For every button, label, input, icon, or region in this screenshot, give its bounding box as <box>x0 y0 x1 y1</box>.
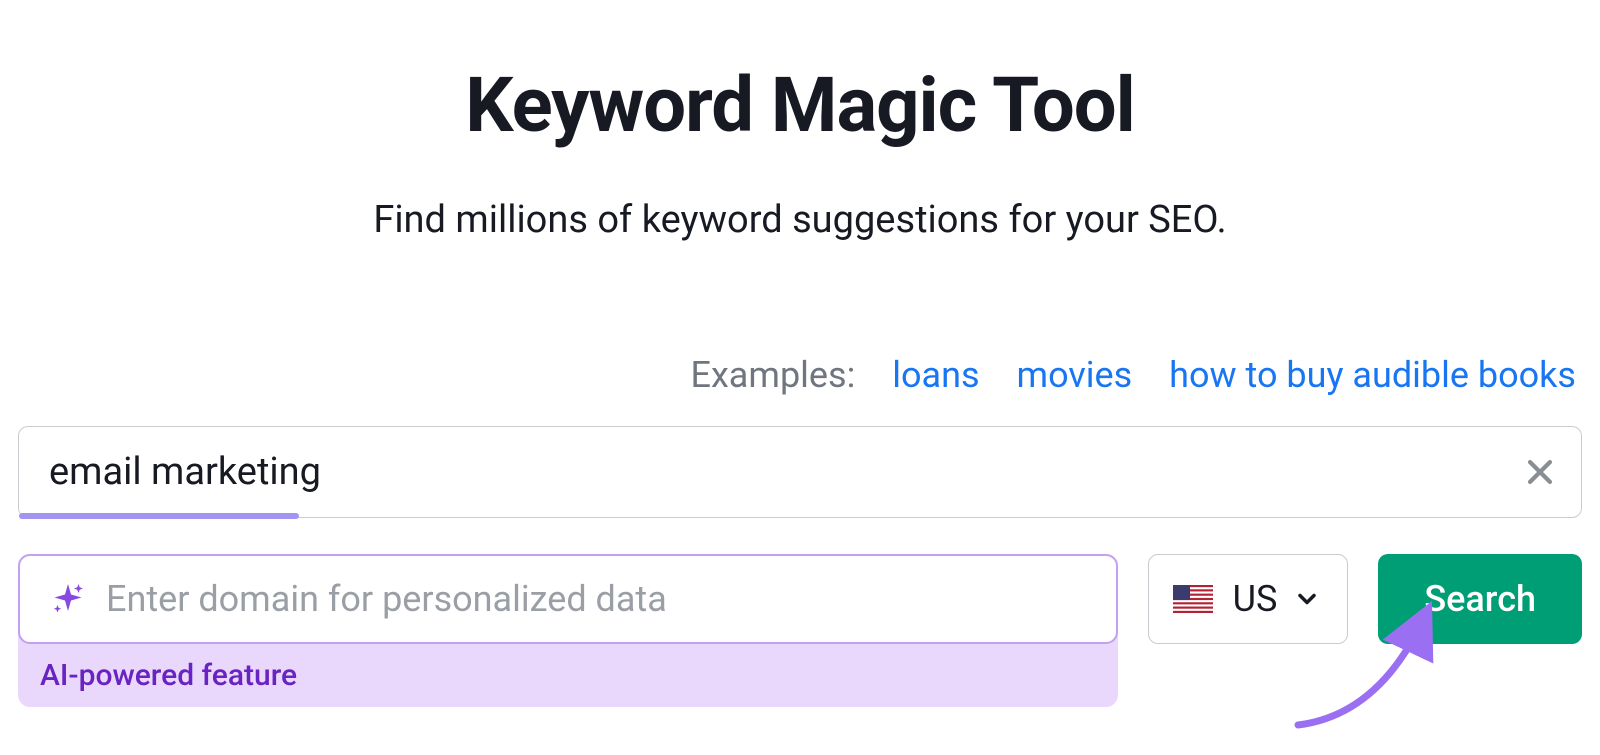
country-selector[interactable]: US <box>1148 554 1349 644</box>
keyword-input[interactable] <box>49 450 1523 494</box>
domain-input[interactable] <box>106 578 1096 620</box>
page-subtitle: Find millions of keyword suggestions for… <box>18 198 1582 242</box>
chevron-down-icon <box>1293 585 1321 613</box>
domain-input-container <box>18 554 1118 644</box>
example-link-movies[interactable]: movies <box>1017 354 1133 396</box>
sparkle-icon <box>50 581 86 617</box>
ai-feature-label: AI-powered feature <box>18 644 1118 693</box>
us-flag-icon <box>1173 585 1213 613</box>
keyword-highlight-underline <box>19 513 299 519</box>
page-title: Keyword Magic Tool <box>18 60 1582 150</box>
domain-block: AI-powered feature <box>18 554 1118 707</box>
keyword-input-container <box>18 426 1582 518</box>
example-link-audible[interactable]: how to buy audible books <box>1169 354 1576 396</box>
clear-icon[interactable] <box>1523 455 1557 489</box>
examples-row: Examples: loans movies how to buy audibl… <box>18 354 1582 396</box>
examples-label: Examples: <box>690 354 855 396</box>
search-button[interactable]: Search <box>1378 554 1582 644</box>
country-code: US <box>1233 578 1278 620</box>
example-link-loans[interactable]: loans <box>892 354 979 396</box>
